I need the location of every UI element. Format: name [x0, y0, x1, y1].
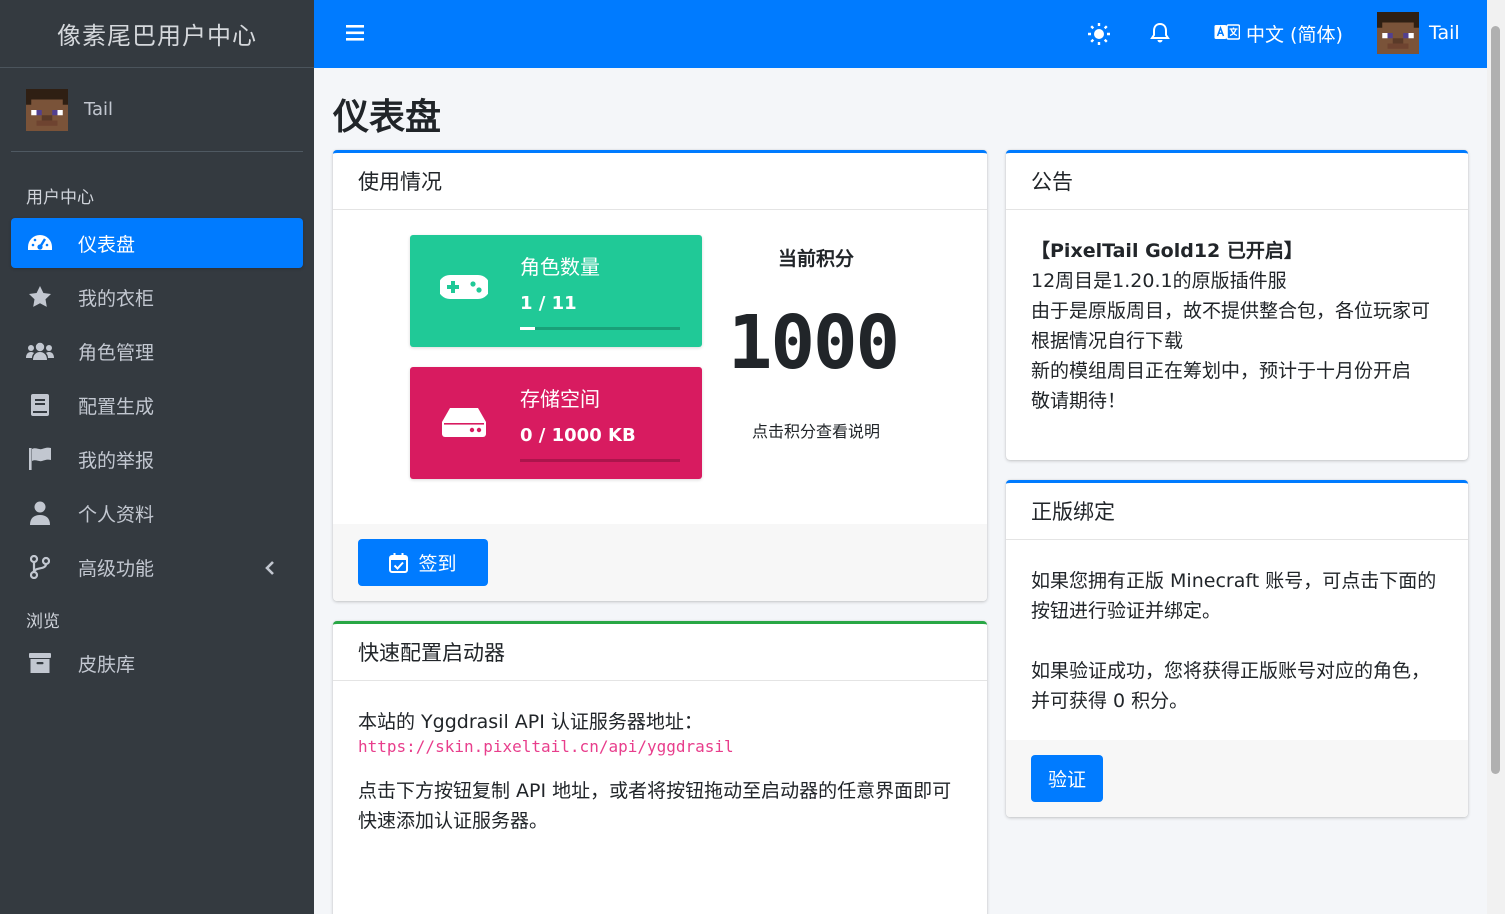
roles-info-box[interactable]: 角色数量 1 / 11	[410, 235, 702, 347]
hdd-icon	[442, 407, 486, 441]
storage-info-box[interactable]: 存储空间 0 / 1000 KB	[410, 367, 702, 479]
usage-card-footer: 签到	[333, 524, 987, 601]
quick-config-card: 快速配置启动器 本站的 Yggdrasil API 认证服务器地址： https…	[333, 621, 987, 914]
sidebar-item-players[interactable]: 角色管理	[11, 326, 303, 376]
sidebar-item-label: 我的举报	[78, 449, 155, 472]
page-scrollbar[interactable]	[1487, 0, 1505, 914]
flag-icon	[26, 447, 54, 471]
api-url[interactable]: https://skin.pixeltail.cn/api/yggdrasil	[358, 737, 734, 756]
chevron-left-icon	[265, 559, 275, 581]
storage-progress	[520, 459, 680, 462]
top-navbar: 中文 (简体) Tail	[314, 0, 1487, 68]
nav-header-browse: 浏览	[26, 612, 60, 632]
storage-value: 0 / 1000 KB	[520, 425, 636, 446]
score-hint: 点击积分查看说明	[751, 422, 880, 441]
checkin-button[interactable]: 签到	[358, 539, 488, 586]
user-name: Tail	[84, 99, 114, 120]
dashboard-icon	[26, 231, 54, 255]
language-label: 中文 (简体)	[1246, 24, 1343, 46]
brand-title[interactable]: 像素尾巴用户中心	[0, 0, 314, 68]
sidebar-item-profile[interactable]: 个人资料	[11, 488, 303, 538]
language-icon	[1214, 23, 1241, 45]
gamepad-icon	[438, 273, 490, 305]
notice-line: 新的模组周目正在筹划中，预计于十月份开启	[1031, 360, 1412, 382]
sidebar-item-label: 角色管理	[78, 341, 155, 364]
page-title: 仪表盘	[333, 97, 442, 138]
sidebar-item-label: 高级功能	[78, 557, 155, 580]
usage-card-title: 使用情况	[333, 153, 987, 210]
storage-label: 存储空间	[520, 387, 600, 411]
language-selector[interactable]: 中文 (简体)	[1208, 20, 1343, 47]
premium-bind-card: 正版绑定 如果您拥有正版 Minecraft 账号，可点击下面的按钮进行验证并绑…	[1006, 480, 1468, 817]
notice-body: 【PixelTail Gold12 已开启】 12周目是1.20.1的原版插件服…	[1006, 210, 1468, 416]
branch-icon	[26, 555, 54, 579]
sidebar-item-label: 个人资料	[78, 503, 155, 526]
sidebar-item-config[interactable]: 配置生成	[11, 380, 303, 430]
quick-config-hint: 点击下方按钮复制 API 地址，或者将按钮拖动至启动器的任意界面即可快速添加认证…	[358, 780, 952, 832]
calendar-check-icon	[389, 552, 409, 573]
notice-title: 公告	[1006, 153, 1468, 210]
users-icon	[26, 339, 54, 363]
theme-toggle-sun-icon[interactable]	[1088, 23, 1110, 49]
scrollbar-thumb[interactable]	[1491, 26, 1500, 774]
user-icon	[26, 501, 54, 525]
roles-value: 1 / 11	[520, 293, 577, 314]
sidebar-item-wardrobe[interactable]: 我的衣柜	[11, 272, 303, 322]
top-username: Tail	[1429, 22, 1460, 44]
avatar[interactable]	[26, 88, 68, 131]
roles-label: 角色数量	[520, 255, 600, 279]
notice-line: 敬请期待！	[1031, 390, 1127, 412]
score-value[interactable]: 1000	[718, 300, 908, 386]
api-address-label: 本站的 Yggdrasil API 认证服务器地址：	[358, 711, 703, 733]
verify-button[interactable]: 验证	[1031, 755, 1103, 802]
sidebar-item-dashboard[interactable]: 仪表盘	[11, 218, 303, 268]
book-icon	[26, 393, 54, 417]
bind-paragraph-2: 如果验证成功，您将获得正版账号对应的角色，并可获得 0 积分。	[1031, 660, 1431, 712]
hamburger-menu-icon[interactable]	[346, 24, 366, 46]
checkin-label: 签到	[418, 553, 457, 575]
sidebar-item-label: 皮肤库	[78, 653, 136, 676]
bind-body: 如果您拥有正版 Minecraft 账号，可点击下面的按钮进行验证并绑定。 如果…	[1006, 540, 1468, 716]
sidebar-item-reports[interactable]: 我的举报	[11, 434, 303, 484]
notice-card: 公告 【PixelTail Gold12 已开启】 12周目是1.20.1的原版…	[1006, 150, 1468, 460]
star-icon	[26, 285, 54, 309]
bind-paragraph-1: 如果您拥有正版 Minecraft 账号，可点击下面的按钮进行验证并绑定。	[1031, 570, 1437, 622]
quick-config-body: 本站的 Yggdrasil API 认证服务器地址： https://skin.…	[333, 681, 987, 836]
sidebar: 像素尾巴用户中心 Tail 用户中心 仪表盘 我的衣柜 角色管理 配置生成 我的…	[0, 0, 314, 914]
sidebar-item-label: 我的衣柜	[78, 287, 155, 310]
avatar	[1377, 12, 1419, 54]
notice-line: 由于是原版周目，故不提供整合包，各位玩家可根据情况自行下载	[1031, 300, 1431, 352]
nav-header-user: 用户中心	[26, 188, 94, 208]
user-menu[interactable]: Tail	[1377, 12, 1460, 54]
notice-heading: 【PixelTail Gold12 已开启】	[1031, 240, 1303, 262]
notifications-bell-icon[interactable]	[1150, 22, 1170, 48]
sidebar-item-advanced[interactable]: 高级功能	[11, 542, 303, 592]
bind-title: 正版绑定	[1006, 483, 1468, 540]
notice-line: 12周目是1.20.1的原版插件服	[1031, 270, 1287, 292]
archive-icon	[26, 651, 54, 675]
sidebar-item-label: 仪表盘	[78, 233, 136, 256]
sidebar-item-label: 配置生成	[78, 395, 155, 418]
roles-progress-fill	[520, 327, 535, 330]
quick-config-title: 快速配置启动器	[333, 624, 987, 681]
bind-footer: 验证	[1006, 740, 1468, 817]
roles-progress	[520, 327, 680, 330]
user-panel[interactable]: Tail	[11, 68, 303, 152]
score-label: 当前积分	[777, 248, 854, 270]
sidebar-item-skinlib[interactable]: 皮肤库	[11, 638, 303, 688]
